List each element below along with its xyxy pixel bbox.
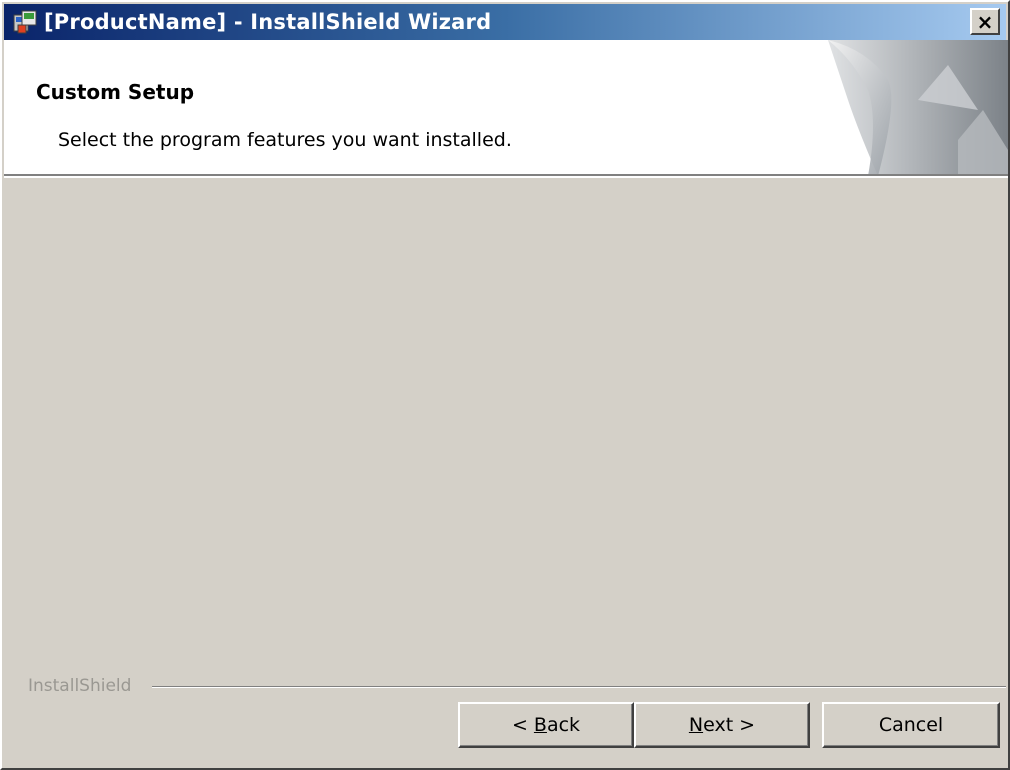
footer-divider — [152, 686, 1006, 688]
close-icon: × — [976, 9, 994, 34]
installer-window: [ProductName] - InstallShield Wizard × C… — [0, 0, 1010, 770]
back-label-prefix: < — [511, 714, 534, 736]
title-bar[interactable]: [ProductName] - InstallShield Wizard × — [4, 4, 1006, 40]
cancel-button[interactable]: Cancel — [822, 702, 1000, 748]
banner-divider — [4, 176, 1008, 178]
brand-label: InstallShield — [28, 676, 136, 696]
next-label-suffix: ext > — [703, 714, 756, 736]
page-subtitle: Select the program features you want ins… — [58, 129, 512, 151]
back-label-suffix: ack — [546, 714, 581, 736]
next-button[interactable]: Next > — [634, 702, 810, 748]
header-banner: Custom Setup Select the program features… — [4, 40, 1008, 176]
banner-graphic — [828, 40, 1008, 174]
back-label-mnemonic: B — [533, 714, 547, 736]
page-title: Custom Setup — [36, 80, 195, 104]
close-button[interactable]: × — [970, 8, 1000, 35]
window-title: [ProductName] - InstallShield Wizard — [44, 10, 492, 34]
back-button[interactable]: < Back — [458, 702, 634, 748]
next-label-mnemonic: N — [688, 714, 704, 736]
installer-icon — [12, 9, 38, 35]
